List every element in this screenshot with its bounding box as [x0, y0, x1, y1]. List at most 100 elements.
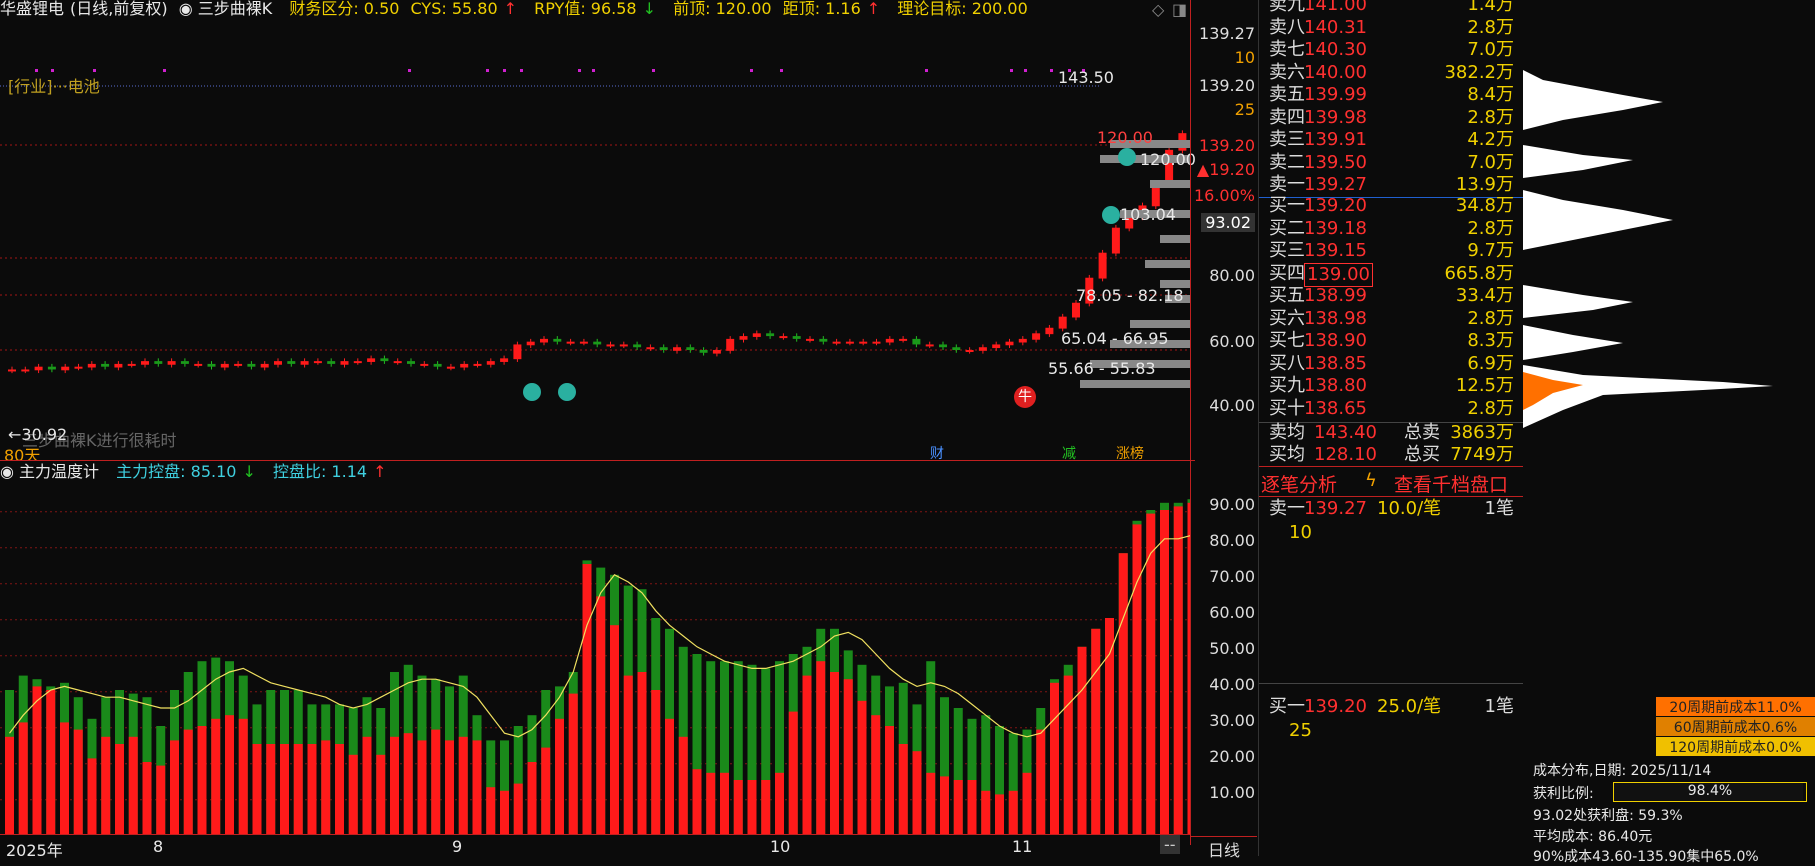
bids-row[interactable]: 买一 139.20 34.8万 [1259, 195, 1524, 217]
bar-main-force [651, 690, 661, 834]
date-label: 10 [770, 837, 791, 856]
buy1-detail[interactable]: 买一 139.20 25.0/笔 1笔 [1259, 696, 1524, 718]
volume-at-price-bar [1145, 260, 1190, 268]
settings-icon[interactable]: ◇ [1152, 0, 1164, 19]
main-price-chart[interactable]: 华盛锂电 (日线,前复权) ◉ 三步曲裸K 财务区分: 0.50 CYS: 55.… [0, 0, 1196, 465]
candle [101, 363, 110, 367]
profit-label: 获利比例: [1533, 786, 1594, 802]
candle [180, 361, 189, 364]
bids-row[interactable]: 买六 138.98 2.8万 [1259, 308, 1524, 330]
asks-row[interactable]: 卖五 139.99 8.4万 [1259, 84, 1524, 106]
avg-cost: 平均成本: 86.40元 [1533, 829, 1653, 845]
bar-main-force [211, 718, 221, 834]
candle [1018, 338, 1027, 343]
candle [141, 361, 149, 365]
asks-row[interactable]: 卖三 139.91 4.2万 [1259, 129, 1524, 151]
asks-row[interactable]: 卖八 140.31 2.8万 [1259, 17, 1524, 39]
candle [806, 338, 814, 341]
tab-depth-view[interactable]: 查看千档盘口 [1394, 470, 1508, 497]
bids-row[interactable]: 买十 138.65 2.8万 [1259, 398, 1524, 420]
candlestick-area [0, 69, 1190, 388]
level-name: 卖一 [1269, 174, 1305, 195]
signal-icon[interactable] [523, 383, 541, 401]
axis-label: 16.00% [1193, 186, 1255, 205]
label-range-65: 65.04 - 66.95 [1061, 329, 1169, 348]
candle [619, 344, 628, 347]
asks-row[interactable]: 卖六 140.00 382.2万 [1259, 62, 1524, 84]
level-name: 买三 [1269, 240, 1305, 261]
avg-sell-row: 卖均 143.40 总卖 3863万 [1269, 422, 1514, 443]
candle [380, 358, 389, 362]
candle [859, 341, 868, 344]
period-tab[interactable]: 日线 [1191, 836, 1257, 860]
axis-label: 30.00 [1209, 711, 1255, 730]
candle [274, 361, 282, 365]
profit-at-price: 93.02处获利盘: 59.3% [1533, 808, 1683, 824]
axis-label: 80.00 [1209, 531, 1255, 550]
bar-main-force [802, 675, 812, 834]
sell1-detail[interactable]: 卖一 139.27 10.0/笔 1笔 [1259, 498, 1524, 520]
level-name: 卖四 [1269, 106, 1305, 128]
candle [712, 350, 721, 354]
candle [952, 347, 961, 350]
level-price: 140.31 [1304, 16, 1367, 38]
asks-row[interactable]: 卖九 141.00 1.4万 [1259, 0, 1524, 16]
sub-indicator-chart[interactable]: ◉ 主力温度计 主力控盘: 85.10 ↓ 控盘比: 1.14 ↑ 2025年 8 … [0, 460, 1195, 860]
candle [154, 361, 163, 364]
panel-toggle-icon[interactable]: ◨ [1172, 0, 1187, 19]
signal-icon[interactable] [1102, 206, 1120, 224]
fin-zone: 财务区分: 0.50 [289, 0, 400, 18]
signal-icon[interactable] [558, 383, 576, 401]
profit-bar: 98.4% [1613, 782, 1807, 802]
bids-row[interactable]: 买九 138.80 12.5万 [1259, 375, 1524, 397]
level-price: 138.65 [1304, 397, 1367, 419]
scroll-button[interactable]: -- [1160, 835, 1180, 854]
bids-row[interactable]: 买二 139.18 2.8万 [1259, 218, 1524, 240]
axis-label: 25 [1234, 100, 1255, 119]
bar-main-force [1008, 790, 1018, 834]
asks-row[interactable]: 卖一 139.27 13.9万 [1259, 174, 1524, 196]
candle [300, 361, 309, 365]
signal-icon[interactable] [1118, 148, 1136, 166]
asks-row[interactable]: 卖四 139.98 2.8万 [1259, 107, 1524, 129]
candle [912, 338, 921, 345]
sell1-qty: 10 [1289, 522, 1312, 543]
candle [925, 344, 934, 347]
candle [287, 361, 296, 364]
bids-row[interactable]: 买三 139.15 9.7万 [1259, 240, 1524, 262]
level-volume: 2.8万 [1467, 217, 1514, 239]
bids-row[interactable]: 买五 138.99 33.4万 [1259, 285, 1524, 307]
candle [420, 363, 429, 366]
order-book: 卖九 141.00 1.4万 卖八 140.31 2.8万 卖七 140.30 7.0万 卖六 14… [1258, 0, 1524, 856]
level-price: 140.00 [1304, 61, 1367, 83]
legend-20: 20周期前成本11.0% [1656, 697, 1815, 716]
axis-label: 10.00 [1209, 783, 1255, 802]
candle [407, 361, 415, 364]
axis-label: 139.27 [1199, 24, 1255, 43]
candle [1045, 327, 1054, 335]
bids-row[interactable]: 买八 138.85 6.9万 [1259, 353, 1524, 375]
axis-label: 40.00 [1209, 675, 1255, 694]
candle [726, 338, 735, 351]
date-label: 2025年 [6, 841, 63, 860]
level-price: 138.90 [1304, 330, 1367, 351]
bar-main-force [1146, 513, 1156, 834]
axis-label: ▲19.20 [1196, 160, 1255, 179]
indicator-name[interactable]: ◉ 三步曲裸K [179, 0, 279, 18]
asks-row[interactable]: 卖二 139.50 7.0万 [1259, 152, 1524, 174]
bull-icon[interactable]: 牛 [1014, 386, 1036, 408]
level-price: 139.50 [1304, 151, 1367, 173]
level-price: 141.00 [1304, 0, 1367, 15]
bar-main-force [720, 772, 729, 834]
level-volume: 2.8万 [1467, 307, 1514, 329]
bids-row[interactable]: 买四 139.00 665.8万 [1259, 262, 1524, 287]
bar-main-force [403, 733, 413, 834]
asks-row[interactable]: 卖七 140.30 7.0万 [1259, 39, 1524, 61]
tab-tick-analysis[interactable]: 逐笔分析 [1261, 470, 1337, 497]
date-axis: 2025年 8 9 10 11 -- [0, 834, 1190, 860]
volume-at-price-bar [1150, 180, 1190, 188]
industry-label: [行业]···电池 [8, 77, 100, 96]
candle [220, 363, 229, 368]
level-price: 138.80 [1304, 375, 1367, 396]
bids-row[interactable]: 买七 138.90 8.3万 [1259, 330, 1524, 352]
